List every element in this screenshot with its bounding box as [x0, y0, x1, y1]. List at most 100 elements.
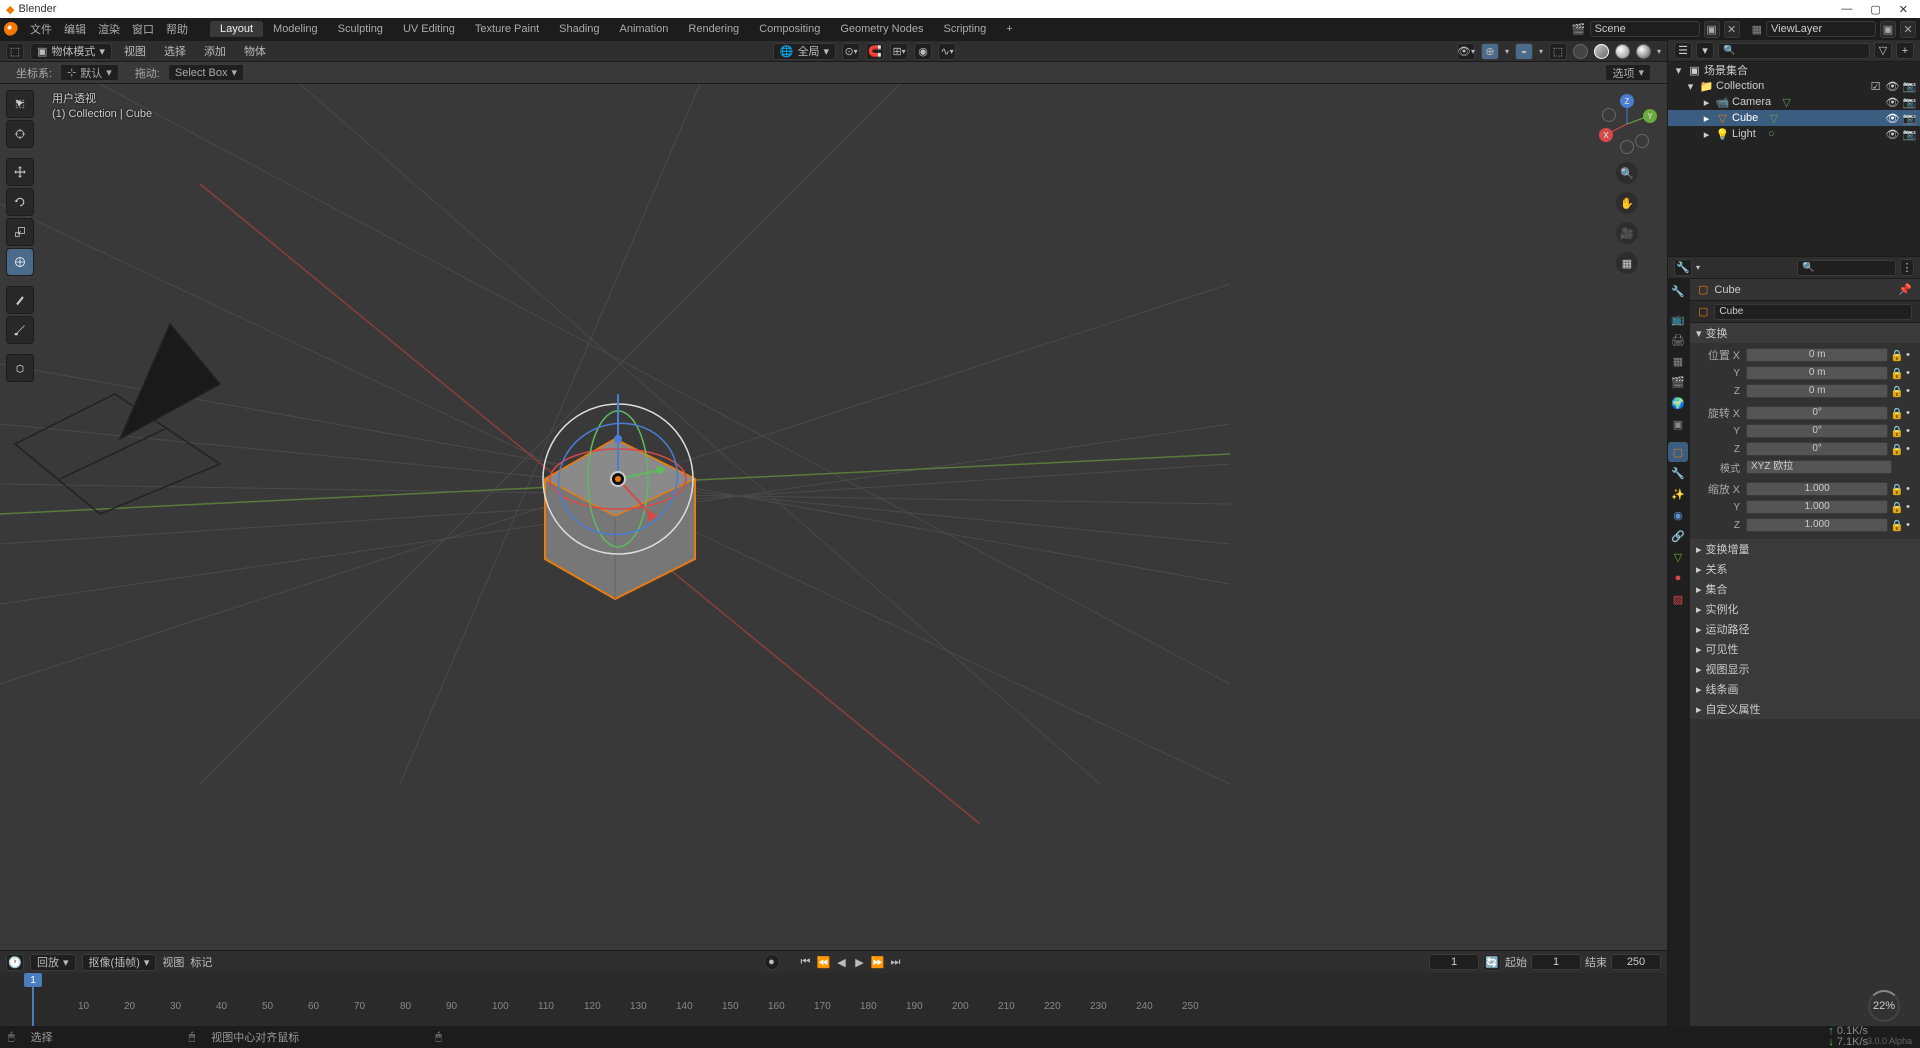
snap-target-button[interactable]: ⊞▾ — [890, 43, 908, 60]
tab-modifiers[interactable]: 🔧 — [1668, 463, 1688, 483]
tab-render[interactable]: 📺 — [1668, 309, 1688, 329]
play-reverse-button[interactable]: ◀ — [834, 954, 850, 970]
snap-button[interactable]: 🧲 — [866, 43, 884, 60]
vp-menu-select[interactable]: 选择 — [158, 41, 192, 61]
shading-material[interactable] — [1615, 44, 1630, 59]
tool-add-cube[interactable] — [6, 354, 34, 382]
ws-rendering[interactable]: Rendering — [678, 21, 749, 37]
tool-select-box[interactable] — [6, 90, 34, 118]
panel-header[interactable]: ▸运动路径 — [1690, 619, 1920, 639]
tab-tool[interactable]: 🔧 — [1668, 281, 1688, 301]
lock-icon[interactable]: 🔒 — [1890, 385, 1904, 398]
scene-input[interactable] — [1590, 21, 1700, 37]
pin-icon[interactable]: 📌 — [1898, 283, 1912, 296]
lock-icon[interactable]: 🔒 — [1890, 483, 1904, 496]
camera-icon[interactable]: 📷 — [1903, 80, 1916, 93]
timeline-mark-menu[interactable]: 标记 — [190, 954, 212, 970]
start-frame-input[interactable] — [1531, 954, 1581, 970]
ws-scripting[interactable]: Scripting — [933, 21, 996, 37]
jump-start-button[interactable]: ⏮ — [798, 954, 814, 970]
end-frame-input[interactable] — [1611, 954, 1661, 970]
outliner-new-collection[interactable]: + — [1896, 42, 1914, 59]
nav-gizmo[interactable]: Z Y X — [1597, 94, 1657, 154]
3d-viewport[interactable]: 用户透视 (1) Collection | Cube Z Y X — [0, 84, 1667, 950]
menu-window[interactable]: 窗口 — [126, 19, 160, 39]
scene-new-button[interactable]: ▣ — [1704, 21, 1720, 38]
playhead-flag[interactable]: 1 — [24, 973, 42, 987]
scale-y-input[interactable]: 1.000 — [1746, 500, 1888, 514]
ws-modeling[interactable]: Modeling — [263, 21, 328, 37]
rot-z-input[interactable]: 0° — [1746, 442, 1888, 456]
rot-y-input[interactable]: 0° — [1746, 424, 1888, 438]
ws-texture-paint[interactable]: Texture Paint — [465, 21, 549, 37]
menu-file[interactable]: 文件 — [24, 19, 58, 39]
tool-cursor[interactable] — [6, 120, 34, 148]
shading-wireframe[interactable] — [1573, 44, 1588, 59]
keying-dropdown[interactable]: 抠像(插帧)▾ — [82, 954, 157, 971]
options-dropdown[interactable]: 选项 ▾ — [1605, 64, 1651, 81]
xray-button[interactable]: ⬚ — [1549, 43, 1567, 60]
outliner-item-light[interactable]: ▸ 💡 Light ○ 👁 📷 — [1668, 126, 1920, 142]
outliner-item-cube[interactable]: ▸ ▽ Cube ▽ 👁 📷 — [1668, 110, 1920, 126]
prop-editor-type[interactable]: 🔧 — [1674, 259, 1692, 276]
vp-menu-object[interactable]: 物体 — [238, 41, 272, 61]
ws-compositing[interactable]: Compositing — [749, 21, 830, 37]
tool-transform[interactable] — [6, 248, 34, 276]
disclosure-icon[interactable]: ▸ — [1700, 96, 1713, 109]
outliner-editor-type[interactable]: ☰ — [1674, 42, 1692, 59]
drag-dropdown[interactable]: Select Box ▾ — [168, 64, 244, 81]
shading-rendered[interactable] — [1636, 44, 1651, 59]
prop-search-input[interactable] — [1797, 260, 1896, 276]
panel-header[interactable]: ▸关系 — [1690, 559, 1920, 579]
editor-type-button[interactable]: ⬚ — [6, 43, 24, 60]
tool-rotate[interactable] — [6, 188, 34, 216]
tab-particles[interactable]: ✨ — [1668, 484, 1688, 504]
pan-button[interactable]: ✋ — [1616, 192, 1638, 214]
eye-icon[interactable]: 👁 — [1886, 128, 1899, 141]
camera-icon[interactable]: 📷 — [1903, 128, 1916, 141]
pos-z-input[interactable]: 0 m — [1746, 384, 1888, 398]
tool-move[interactable] — [6, 158, 34, 186]
menu-render[interactable]: 渲染 — [92, 19, 126, 39]
lock-icon[interactable]: 🔒 — [1890, 349, 1904, 362]
ws-shading[interactable]: Shading — [549, 21, 609, 37]
ws-uv-editing[interactable]: UV Editing — [393, 21, 465, 37]
tab-world[interactable]: 🌍 — [1668, 393, 1688, 413]
panel-header[interactable]: ▸可见性 — [1690, 639, 1920, 659]
next-keyframe-button[interactable]: ⏩ — [870, 954, 886, 970]
proportional-falloff-button[interactable]: ∿▾ — [938, 43, 956, 60]
zoom-button[interactable]: 🔍 — [1616, 162, 1638, 184]
orientation-dropdown[interactable]: 🌐 全局 ▾ — [773, 43, 836, 60]
panel-header[interactable]: ▸视图显示 — [1690, 659, 1920, 679]
scale-z-input[interactable]: 1.000 — [1746, 518, 1888, 532]
lock-icon[interactable]: 🔒 — [1890, 425, 1904, 438]
exclude-checkbox[interactable]: ☑ — [1869, 80, 1882, 93]
lock-icon[interactable]: 🔒 — [1890, 367, 1904, 380]
panel-header[interactable]: ▸自定义属性 — [1690, 699, 1920, 719]
tab-output[interactable]: 🖨 — [1668, 330, 1688, 350]
tool-scale[interactable] — [6, 218, 34, 246]
menu-edit[interactable]: 编辑 — [58, 19, 92, 39]
disclosure-icon[interactable]: ▸ — [1700, 128, 1713, 141]
disclosure-icon[interactable]: ▸ — [1700, 112, 1713, 125]
disclosure-icon[interactable]: ▾ — [1684, 80, 1697, 93]
shading-solid[interactable] — [1594, 44, 1609, 59]
close-button[interactable]: ✕ — [1899, 3, 1908, 16]
viewlayer-input[interactable] — [1766, 21, 1876, 37]
perspective-button[interactable]: ▦ — [1616, 252, 1638, 274]
current-frame-input[interactable] — [1429, 954, 1479, 970]
tool-annotate[interactable] — [6, 286, 34, 314]
panel-transform-header[interactable]: ▾ 变换 — [1690, 323, 1920, 343]
ws-add[interactable]: + — [996, 21, 1022, 37]
play-button[interactable]: ▶ — [852, 954, 868, 970]
timeline-view-menu[interactable]: 视图 — [162, 954, 184, 970]
viewlayer-delete-button[interactable]: ✕ — [1900, 21, 1916, 38]
timeline-ruler[interactable]: 1 10203040506070809010011012013014015016… — [0, 973, 1667, 1026]
vp-menu-add[interactable]: 添加 — [198, 41, 232, 61]
eye-icon[interactable]: 👁 — [1886, 96, 1899, 109]
object-name-input[interactable] — [1714, 304, 1912, 320]
vp-menu-view[interactable]: 视图 — [118, 41, 152, 61]
overlay-button[interactable]: ◒ — [1515, 43, 1533, 60]
panel-header[interactable]: ▸变换增量 — [1690, 539, 1920, 559]
outliner-item-camera[interactable]: ▸ 📹 Camera ▽ 👁 📷 — [1668, 94, 1920, 110]
